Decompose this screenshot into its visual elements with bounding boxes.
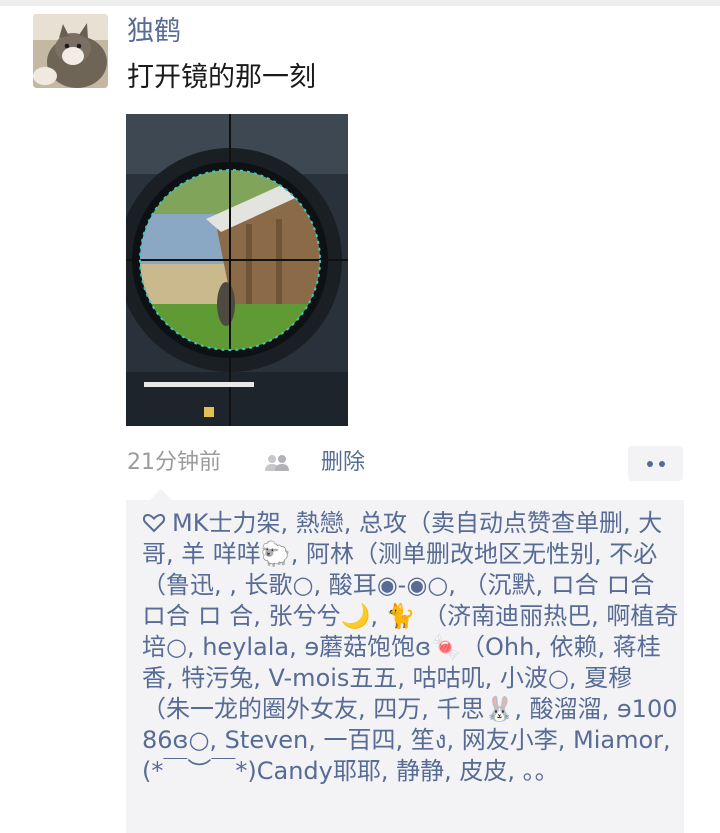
post-text: 打开镜的那一刻 — [127, 62, 316, 93]
panel-arrow — [150, 489, 172, 500]
more-dots-icon[interactable] — [628, 446, 683, 481]
likes-names[interactable]: MK士力架, 熱戀, 总攻（卖自动点赞查单删, 大哥, 羊 咩咩🐑, 阿林（测单… — [142, 509, 678, 785]
scope-screenshot[interactable] — [126, 114, 348, 426]
people-icon[interactable] — [264, 454, 290, 472]
post-time: 21分钟前 — [127, 450, 221, 475]
top-divider — [0, 0, 720, 6]
delete-button[interactable]: 删除 — [321, 446, 365, 480]
username[interactable]: 独鹤 — [127, 14, 181, 50]
heart-outline-icon — [142, 513, 166, 533]
likes-list: MK士力架, 熱戀, 总攻（卖自动点赞查单删, 大哥, 羊 咩咩🐑, 阿林（测单… — [142, 508, 680, 787]
cat-avatar[interactable] — [33, 14, 108, 88]
